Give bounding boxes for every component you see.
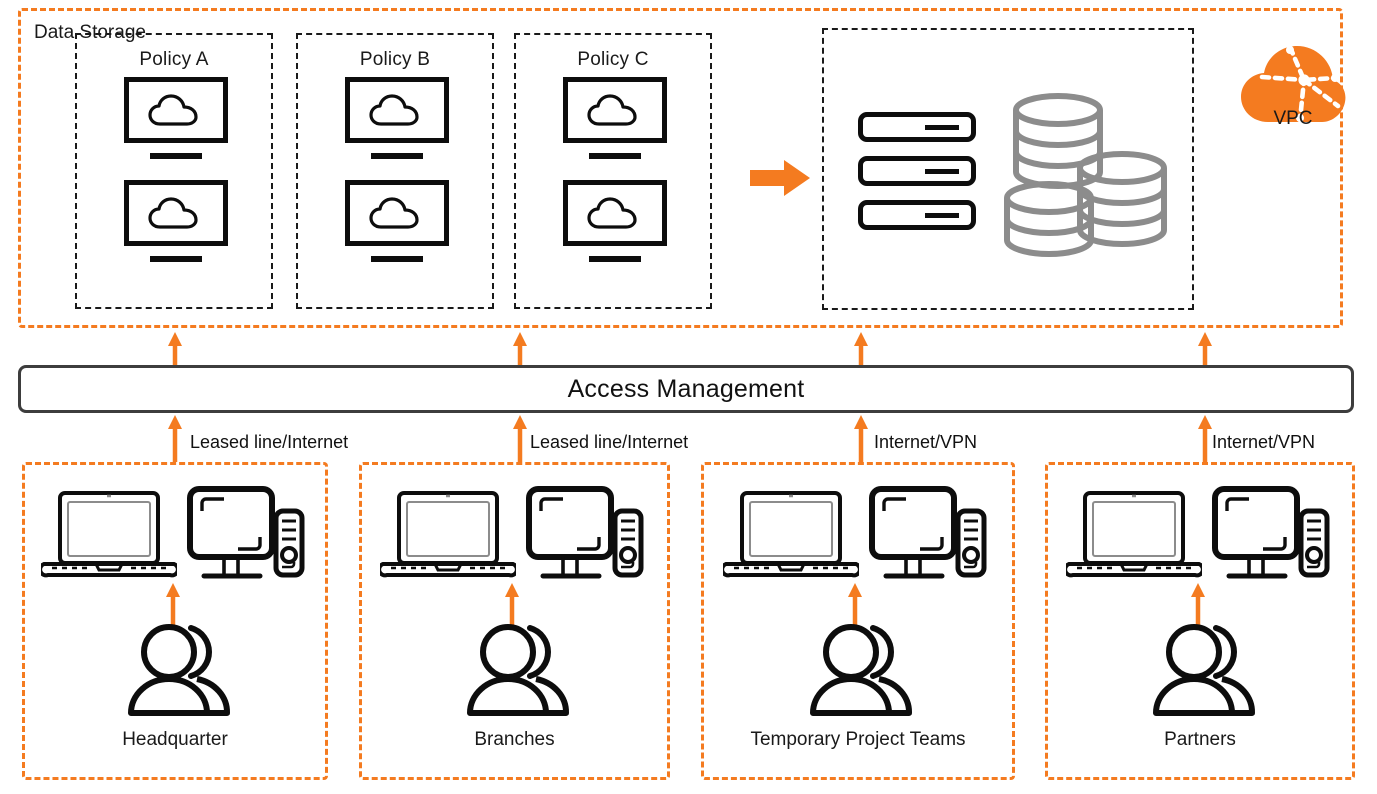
desktop-computer-icon bbox=[868, 485, 988, 590]
policy-group-b[interactable]: Policy B bbox=[296, 33, 494, 309]
monitor-cloud-icon bbox=[345, 180, 449, 263]
desktop-computer-icon bbox=[1211, 485, 1331, 590]
arrow-up-icon bbox=[853, 415, 869, 463]
policy-a-title: Policy A bbox=[139, 49, 209, 70]
group-label-partners: Partners bbox=[1164, 729, 1236, 750]
laptop-icon bbox=[720, 489, 862, 586]
arrow-up-icon bbox=[1197, 332, 1213, 368]
policy-group-a[interactable]: Policy A bbox=[75, 33, 273, 309]
monitor-cloud-icon bbox=[563, 180, 667, 263]
monitor-cloud-icon bbox=[345, 77, 449, 160]
arrow-up-icon bbox=[1197, 415, 1213, 463]
connection-label-temporary-project-teams: Internet/VPN bbox=[874, 432, 978, 452]
arrow-up-icon bbox=[167, 415, 183, 463]
group-label-branches: Branches bbox=[474, 729, 555, 750]
users-icon bbox=[807, 621, 917, 722]
group-branches[interactable]: Branches bbox=[359, 462, 670, 780]
access-management-label: Access Management bbox=[567, 374, 805, 403]
laptop-icon bbox=[38, 489, 180, 586]
desktop-computer-icon bbox=[525, 485, 645, 590]
group-label-headquarter: Headquarter bbox=[122, 729, 228, 750]
arrow-up-icon bbox=[512, 332, 528, 368]
laptop-icon bbox=[377, 489, 519, 586]
laptop-icon bbox=[1063, 489, 1205, 586]
group-label-temporary-project-teams: Temporary Project Teams bbox=[750, 729, 966, 750]
arrow-up-icon bbox=[853, 332, 869, 368]
data-storage-title: Data Storage bbox=[34, 22, 146, 43]
users-icon bbox=[464, 621, 574, 722]
database-cylinder-icon bbox=[1000, 88, 1175, 268]
users-icon bbox=[1150, 621, 1260, 722]
group-partners[interactable]: Partners bbox=[1045, 462, 1355, 780]
policy-group-c[interactable]: Policy C bbox=[514, 33, 712, 309]
arrow-up-icon bbox=[512, 415, 528, 463]
users-icon bbox=[125, 621, 235, 722]
monitor-cloud-icon bbox=[563, 77, 667, 160]
server-rack-icon bbox=[858, 112, 976, 244]
arrow-up-icon bbox=[167, 332, 183, 368]
vpc-label: VPC bbox=[1273, 108, 1313, 129]
group-headquarter[interactable]: Headquarter bbox=[22, 462, 328, 780]
policy-b-title: Policy B bbox=[359, 49, 431, 70]
group-temporary-project-teams[interactable]: Temporary Project Teams bbox=[701, 462, 1015, 780]
desktop-computer-icon bbox=[186, 485, 306, 590]
monitor-cloud-icon bbox=[124, 180, 228, 263]
connection-label-branches: Leased line/Internet bbox=[530, 432, 689, 452]
diagram-canvas: Policy A Policy B Policy C Data Storage … bbox=[0, 0, 1377, 794]
connection-label-partners: Internet/VPN bbox=[1212, 432, 1316, 452]
policy-c-title: Policy C bbox=[577, 49, 649, 70]
right-arrow-icon bbox=[750, 158, 812, 198]
monitor-cloud-icon bbox=[124, 77, 228, 160]
access-management-bar[interactable]: Access Management bbox=[18, 365, 1354, 413]
connection-label-headquarter: Leased line/Internet bbox=[190, 432, 349, 452]
